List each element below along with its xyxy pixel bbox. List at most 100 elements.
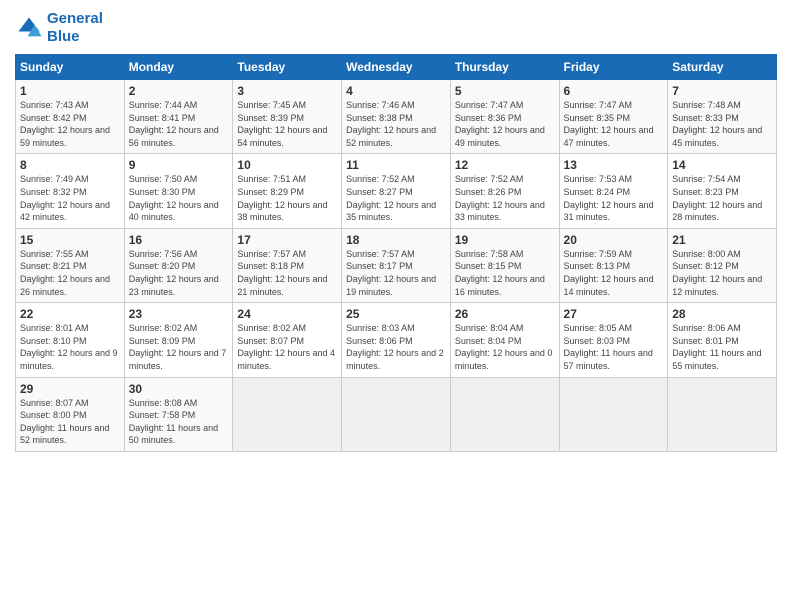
day-cell-20: 20 Sunrise: 7:59 AMSunset: 8:13 PMDayligh… bbox=[559, 228, 668, 302]
col-header-saturday: Saturday bbox=[668, 55, 777, 80]
day-number: 30 bbox=[129, 382, 229, 396]
cell-info: Sunrise: 8:07 AMSunset: 8:00 PMDaylight:… bbox=[20, 398, 109, 446]
empty-cell bbox=[559, 377, 668, 451]
day-cell-8: 8Sunrise: 7:49 AMSunset: 8:32 PMDaylight… bbox=[16, 154, 125, 228]
day-cell-26: 26Sunrise: 8:04 AMSunset: 8:04 PMDayligh… bbox=[450, 303, 559, 377]
day-number: 22 bbox=[20, 307, 120, 321]
day-cell-18: 18Sunrise: 7:57 AMSunset: 8:17 PMDayligh… bbox=[342, 228, 451, 302]
cell-info: Sunrise: 8:01 AMSunset: 8:10 PMDaylight:… bbox=[20, 323, 118, 371]
col-header-thursday: Thursday bbox=[450, 55, 559, 80]
cell-info: Sunrise: 8:02 AMSunset: 8:09 PMDaylight:… bbox=[129, 323, 227, 371]
day-number: 4 bbox=[346, 84, 446, 98]
day-number: 9 bbox=[129, 158, 229, 172]
cell-info: Sunrise: 7:47 AMSunset: 8:35 PMDaylight:… bbox=[564, 100, 654, 148]
day-number: 27 bbox=[564, 307, 664, 321]
col-header-friday: Friday bbox=[559, 55, 668, 80]
col-header-monday: Monday bbox=[124, 55, 233, 80]
day-cell-16: 16 Sunrise: 7:56 AMSunset: 8:20 PMDayligh… bbox=[124, 228, 233, 302]
empty-cell bbox=[233, 377, 342, 451]
day-cell-25: 25Sunrise: 8:03 AMSunset: 8:06 PMDayligh… bbox=[342, 303, 451, 377]
day-number: 10 bbox=[237, 158, 337, 172]
day-number: 26 bbox=[455, 307, 555, 321]
day-cell-24: 24 Sunrise: 8:02 AMSunset: 8:07 PMDayligh… bbox=[233, 303, 342, 377]
col-header-tuesday: Tuesday bbox=[233, 55, 342, 80]
day-number: 29 bbox=[20, 382, 120, 396]
day-number: 2 bbox=[129, 84, 229, 98]
day-number: 17 bbox=[237, 233, 337, 247]
cell-info: Sunrise: 7:56 AMSunset: 8:20 PMDaylight:… bbox=[129, 249, 219, 297]
cell-info: Sunrise: 7:45 AMSunset: 8:39 PMDaylight:… bbox=[237, 100, 327, 148]
week-row-2: 15 Sunrise: 7:55 AMSunset: 8:21 PMDayligh… bbox=[16, 228, 777, 302]
day-number: 21 bbox=[672, 233, 772, 247]
day-number: 1 bbox=[20, 84, 120, 98]
day-number: 14 bbox=[672, 158, 772, 172]
day-cell-22: 22 Sunrise: 8:01 AMSunset: 8:10 PMDayligh… bbox=[16, 303, 125, 377]
header-row: SundayMondayTuesdayWednesdayThursdayFrid… bbox=[16, 55, 777, 80]
cell-info: Sunrise: 7:47 AMSunset: 8:36 PMDaylight:… bbox=[455, 100, 545, 148]
day-number: 23 bbox=[129, 307, 229, 321]
logo-text: General Blue bbox=[47, 10, 103, 46]
day-cell-1: 1Sunrise: 7:43 AMSunset: 8:42 PMDaylight… bbox=[16, 80, 125, 154]
day-cell-23: 23 Sunrise: 8:02 AMSunset: 8:09 PMDayligh… bbox=[124, 303, 233, 377]
day-cell-12: 12Sunrise: 7:52 AMSunset: 8:26 PMDayligh… bbox=[450, 154, 559, 228]
day-cell-15: 15 Sunrise: 7:55 AMSunset: 8:21 PMDayligh… bbox=[16, 228, 125, 302]
day-cell-28: 28Sunrise: 8:06 AMSunset: 8:01 PMDayligh… bbox=[668, 303, 777, 377]
day-cell-4: 4 Sunrise: 7:46 AMSunset: 8:38 PMDaylight… bbox=[342, 80, 451, 154]
cell-info: Sunrise: 7:52 AMSunset: 8:26 PMDaylight:… bbox=[455, 174, 545, 222]
day-cell-30: 30 Sunrise: 8:08 AMSunset: 7:58 PMDayligh… bbox=[124, 377, 233, 451]
day-cell-17: 17 Sunrise: 7:57 AMSunset: 8:18 PMDayligh… bbox=[233, 228, 342, 302]
cell-info: Sunrise: 7:48 AMSunset: 8:33 PMDaylight:… bbox=[672, 100, 762, 148]
day-cell-21: 21 Sunrise: 8:00 AMSunset: 8:12 PMDayligh… bbox=[668, 228, 777, 302]
day-number: 19 bbox=[455, 233, 555, 247]
day-cell-5: 5 Sunrise: 7:47 AMSunset: 8:36 PMDaylight… bbox=[450, 80, 559, 154]
cell-info: Sunrise: 7:46 AMSunset: 8:38 PMDaylight:… bbox=[346, 100, 436, 148]
cell-info: Sunrise: 8:02 AMSunset: 8:07 PMDaylight:… bbox=[237, 323, 335, 371]
cell-info: Sunrise: 8:03 AMSunset: 8:06 PMDaylight:… bbox=[346, 323, 444, 371]
cell-info: Sunrise: 7:59 AMSunset: 8:13 PMDaylight:… bbox=[564, 249, 654, 297]
day-cell-3: 3 Sunrise: 7:45 AMSunset: 8:39 PMDaylight… bbox=[233, 80, 342, 154]
cell-info: Sunrise: 7:52 AMSunset: 8:27 PMDaylight:… bbox=[346, 174, 436, 222]
day-cell-27: 27 Sunrise: 8:05 AMSunset: 8:03 PMDayligh… bbox=[559, 303, 668, 377]
empty-cell bbox=[450, 377, 559, 451]
day-cell-10: 10Sunrise: 7:51 AMSunset: 8:29 PMDayligh… bbox=[233, 154, 342, 228]
day-cell-11: 11 Sunrise: 7:52 AMSunset: 8:27 PMDayligh… bbox=[342, 154, 451, 228]
header: General Blue bbox=[15, 10, 777, 46]
day-number: 5 bbox=[455, 84, 555, 98]
day-number: 3 bbox=[237, 84, 337, 98]
day-number: 20 bbox=[564, 233, 664, 247]
cell-info: Sunrise: 7:57 AMSunset: 8:18 PMDaylight:… bbox=[237, 249, 327, 297]
day-cell-14: 14 Sunrise: 7:54 AMSunset: 8:23 PMDayligh… bbox=[668, 154, 777, 228]
week-row-0: 1Sunrise: 7:43 AMSunset: 8:42 PMDaylight… bbox=[16, 80, 777, 154]
col-header-wednesday: Wednesday bbox=[342, 55, 451, 80]
day-number: 11 bbox=[346, 158, 446, 172]
page-container: General Blue SundayMondayTuesdayWednesda… bbox=[0, 0, 792, 462]
cell-info: Sunrise: 7:49 AMSunset: 8:32 PMDaylight:… bbox=[20, 174, 110, 222]
cell-info: Sunrise: 8:06 AMSunset: 8:01 PMDaylight:… bbox=[672, 323, 761, 371]
day-cell-13: 13 Sunrise: 7:53 AMSunset: 8:24 PMDayligh… bbox=[559, 154, 668, 228]
empty-cell bbox=[342, 377, 451, 451]
day-cell-6: 6Sunrise: 7:47 AMSunset: 8:35 PMDaylight… bbox=[559, 80, 668, 154]
cell-info: Sunrise: 8:08 AMSunset: 7:58 PMDaylight:… bbox=[129, 398, 218, 446]
day-cell-19: 19Sunrise: 7:58 AMSunset: 8:15 PMDayligh… bbox=[450, 228, 559, 302]
logo: General Blue bbox=[15, 10, 103, 46]
day-number: 13 bbox=[564, 158, 664, 172]
cell-info: Sunrise: 7:54 AMSunset: 8:23 PMDaylight:… bbox=[672, 174, 762, 222]
cell-info: Sunrise: 8:05 AMSunset: 8:03 PMDaylight:… bbox=[564, 323, 653, 371]
empty-cell bbox=[668, 377, 777, 451]
week-row-3: 22 Sunrise: 8:01 AMSunset: 8:10 PMDayligh… bbox=[16, 303, 777, 377]
day-cell-7: 7 Sunrise: 7:48 AMSunset: 8:33 PMDaylight… bbox=[668, 80, 777, 154]
cell-info: Sunrise: 7:50 AMSunset: 8:30 PMDaylight:… bbox=[129, 174, 219, 222]
cell-info: Sunrise: 7:57 AMSunset: 8:17 PMDaylight:… bbox=[346, 249, 436, 297]
week-row-1: 8Sunrise: 7:49 AMSunset: 8:32 PMDaylight… bbox=[16, 154, 777, 228]
day-number: 16 bbox=[129, 233, 229, 247]
week-row-4: 29 Sunrise: 8:07 AMSunset: 8:00 PMDayligh… bbox=[16, 377, 777, 451]
cell-info: Sunrise: 7:44 AMSunset: 8:41 PMDaylight:… bbox=[129, 100, 219, 148]
day-cell-9: 9 Sunrise: 7:50 AMSunset: 8:30 PMDaylight… bbox=[124, 154, 233, 228]
day-number: 7 bbox=[672, 84, 772, 98]
day-number: 24 bbox=[237, 307, 337, 321]
cell-info: Sunrise: 7:53 AMSunset: 8:24 PMDaylight:… bbox=[564, 174, 654, 222]
cell-info: Sunrise: 7:55 AMSunset: 8:21 PMDaylight:… bbox=[20, 249, 110, 297]
day-cell-29: 29 Sunrise: 8:07 AMSunset: 8:00 PMDayligh… bbox=[16, 377, 125, 451]
day-number: 15 bbox=[20, 233, 120, 247]
cell-info: Sunrise: 8:00 AMSunset: 8:12 PMDaylight:… bbox=[672, 249, 762, 297]
